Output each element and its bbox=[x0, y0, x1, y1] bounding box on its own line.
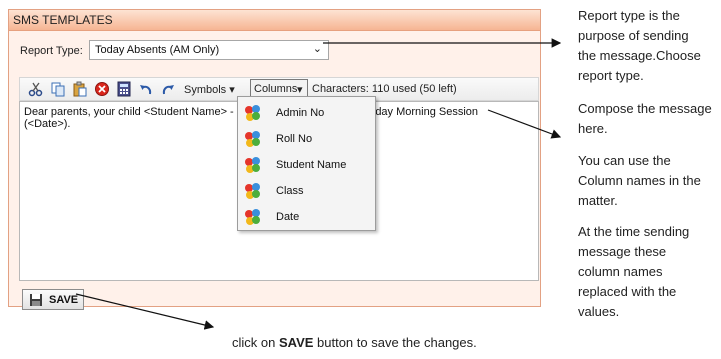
arrow-compose bbox=[487, 109, 562, 139]
note-save: click on SAVE button to save the changes… bbox=[232, 335, 477, 350]
note-report-type: Report type is the purpose of sending th… bbox=[578, 8, 701, 83]
note-columns: You can use the Column names in the matt… bbox=[578, 153, 701, 208]
note-replace: At the time sending message these column… bbox=[578, 224, 690, 319]
note-compose: Compose the message here. bbox=[578, 101, 712, 136]
arrow-save bbox=[75, 293, 215, 330]
